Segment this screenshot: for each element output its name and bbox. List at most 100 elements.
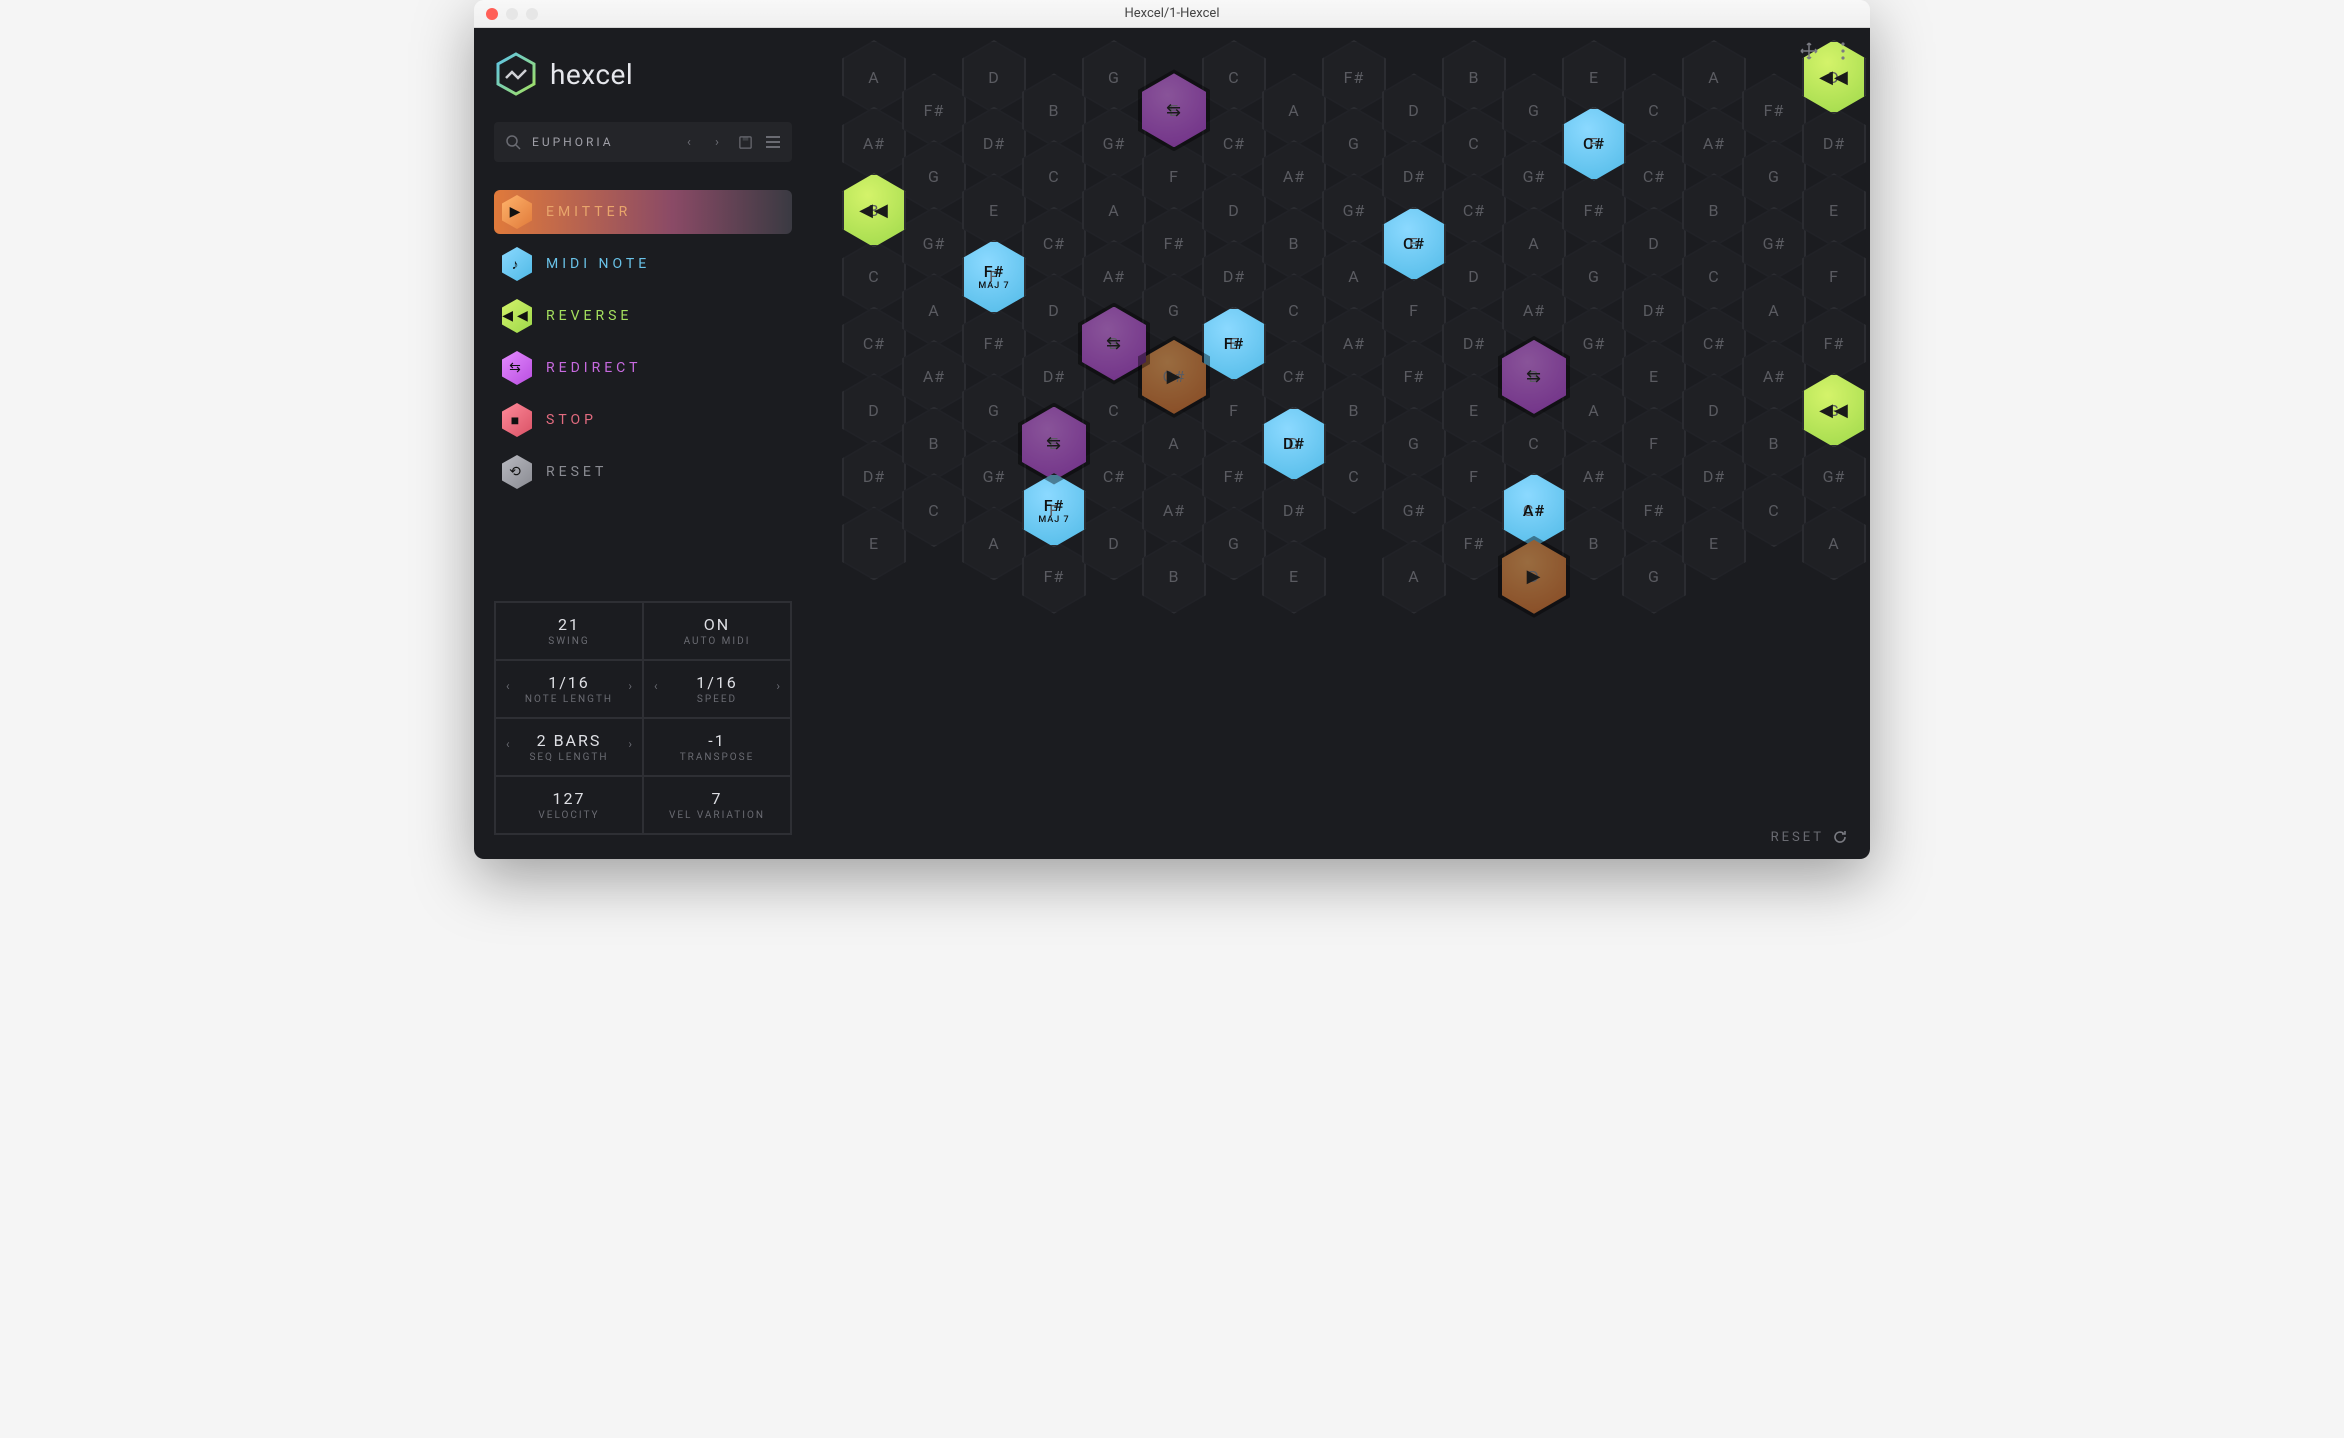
reset-button[interactable]: RESET (1771, 829, 1848, 845)
hex-cell[interactable]: D (1022, 273, 1086, 347)
hex-cell[interactable]: A (1082, 173, 1146, 247)
hex-cell[interactable]: A (902, 273, 966, 347)
hex-cell[interactable]: E (1622, 340, 1686, 414)
hex-cell[interactable]: C (842, 240, 906, 314)
hex-cell[interactable]: C (1022, 140, 1086, 214)
hex-cell[interactable]: C (1202, 40, 1266, 114)
hex-cell[interactable]: D# (1382, 140, 1446, 214)
hex-cell[interactable]: E (1682, 506, 1746, 580)
preset-menu-button[interactable] (764, 133, 782, 151)
hex-cell[interactable]: G (1502, 73, 1566, 147)
hex-cell[interactable]: A# (1562, 440, 1626, 514)
hex-cell[interactable]: G# (1802, 440, 1866, 514)
token-reverse[interactable]: ◀◀ (842, 173, 906, 247)
hex-cell[interactable]: A# (1142, 473, 1206, 547)
hex-cell[interactable]: C (1442, 107, 1506, 181)
hex-cell[interactable]: B (1442, 40, 1506, 114)
hex-cell[interactable]: D# (1622, 273, 1686, 347)
hex-cell[interactable]: F (1202, 373, 1266, 447)
preset-next-button[interactable]: › (708, 133, 726, 151)
hex-cell[interactable]: D (1382, 73, 1446, 147)
hex-cell[interactable]: F# (902, 73, 966, 147)
hex-cell[interactable]: D# (1682, 440, 1746, 514)
chevron-left-icon[interactable]: ‹ (654, 679, 658, 693)
hex-cell[interactable]: A (1562, 373, 1626, 447)
hex-cell[interactable]: B (1742, 407, 1806, 481)
hex-cell[interactable]: D (1622, 207, 1686, 281)
hex-cell[interactable]: C (1742, 473, 1806, 547)
kebab-menu-icon[interactable] (1834, 42, 1852, 60)
hex-cell[interactable]: F (1442, 440, 1506, 514)
token-midi[interactable]: C# (1382, 207, 1446, 281)
token-midi[interactable]: D# (1262, 407, 1326, 481)
hex-cell[interactable]: B (1682, 173, 1746, 247)
move-tool-icon[interactable] (1800, 42, 1818, 60)
hex-cell[interactable]: F# (1142, 207, 1206, 281)
hex-cell[interactable]: C# (1682, 307, 1746, 381)
hex-cell[interactable]: G# (1082, 107, 1146, 181)
hex-cell[interactable]: B (1022, 73, 1086, 147)
hex-cell[interactable]: G# (1322, 173, 1386, 247)
hex-cell[interactable]: D# (1202, 240, 1266, 314)
hex-cell[interactable]: G (1082, 40, 1146, 114)
hex-cell[interactable]: B (1262, 207, 1326, 281)
hex-cell[interactable]: G# (1382, 473, 1446, 547)
param-automidi[interactable]: ONAUTO MIDI (643, 602, 791, 660)
hex-cell[interactable]: A (1382, 540, 1446, 614)
hex-cell[interactable]: G (1622, 540, 1686, 614)
chevron-left-icon[interactable]: ‹ (506, 679, 510, 693)
hex-cell[interactable]: E (1802, 173, 1866, 247)
param-velocity[interactable]: 127VELOCITY (495, 776, 643, 834)
hex-cell[interactable]: C (1322, 440, 1386, 514)
hex-cell[interactable]: C# (1442, 173, 1506, 247)
preset-save-button[interactable] (736, 133, 754, 151)
param-transpose[interactable]: -1TRANSPOSE (643, 718, 791, 776)
chevron-left-icon[interactable]: ‹ (506, 737, 510, 751)
hex-cell[interactable]: C# (1262, 340, 1326, 414)
hex-cell[interactable]: A (1502, 207, 1566, 281)
param-notelength[interactable]: ‹›1/16NOTE LENGTH (495, 660, 643, 718)
param-seqlength[interactable]: ‹›2 BARSSEQ LENGTH (495, 718, 643, 776)
hex-cell[interactable]: B (1562, 506, 1626, 580)
chevron-right-icon[interactable]: › (776, 679, 780, 693)
hex-cell[interactable]: F# (962, 307, 1026, 381)
preset-prev-button[interactable]: ‹ (680, 133, 698, 151)
hex-cell[interactable]: G# (1562, 307, 1626, 381)
hex-cell[interactable]: E (1562, 40, 1626, 114)
hex-cell[interactable]: A# (842, 107, 906, 181)
hex-cell[interactable]: C# (1202, 107, 1266, 181)
hex-cell[interactable]: A (1682, 40, 1746, 114)
hex-cell[interactable]: D (1082, 506, 1146, 580)
hex-cell[interactable]: C# (1622, 140, 1686, 214)
token-midi[interactable]: C# (1562, 107, 1626, 181)
hex-cell[interactable]: G (1742, 140, 1806, 214)
hex-cell[interactable]: A# (1322, 307, 1386, 381)
param-speed[interactable]: ‹›1/16SPEED (643, 660, 791, 718)
hex-cell[interactable]: G (902, 140, 966, 214)
hex-cell[interactable]: F (1622, 407, 1686, 481)
chevron-right-icon[interactable]: › (628, 737, 632, 751)
tool-emitter[interactable]: ▶EMITTER (494, 190, 792, 234)
hex-cell[interactable]: C (1622, 73, 1686, 147)
hex-cell[interactable]: C (1262, 273, 1326, 347)
preset-browser[interactable]: EUPHORIA ‹ › (494, 122, 792, 162)
hex-cell[interactable]: G# (1502, 140, 1566, 214)
hex-cell[interactable]: G# (1742, 207, 1806, 281)
token-midi[interactable]: F#MAJ 7 (962, 240, 1026, 314)
hex-cell[interactable]: B (902, 407, 966, 481)
param-velvariation[interactable]: 7VEL VARIATION (643, 776, 791, 834)
hex-cell[interactable]: F# (1322, 40, 1386, 114)
hex-cell[interactable]: C (902, 473, 966, 547)
hex-cell[interactable]: F# (1202, 440, 1266, 514)
hex-cell[interactable]: C (1682, 240, 1746, 314)
hex-cell[interactable]: G (962, 373, 1026, 447)
chevron-right-icon[interactable]: › (628, 679, 632, 693)
hex-cell[interactable]: D# (1802, 107, 1866, 181)
token-redirect[interactable]: ⇆ (1082, 307, 1146, 381)
hex-cell[interactable]: A (962, 506, 1026, 580)
hex-cell[interactable]: F# (1622, 473, 1686, 547)
hex-cell[interactable]: F (1802, 240, 1866, 314)
tool-midi[interactable]: ♪MIDI NOTE (494, 242, 792, 286)
tool-reset[interactable]: ⟲RESET (494, 450, 792, 494)
hex-cell[interactable]: E (1262, 540, 1326, 614)
